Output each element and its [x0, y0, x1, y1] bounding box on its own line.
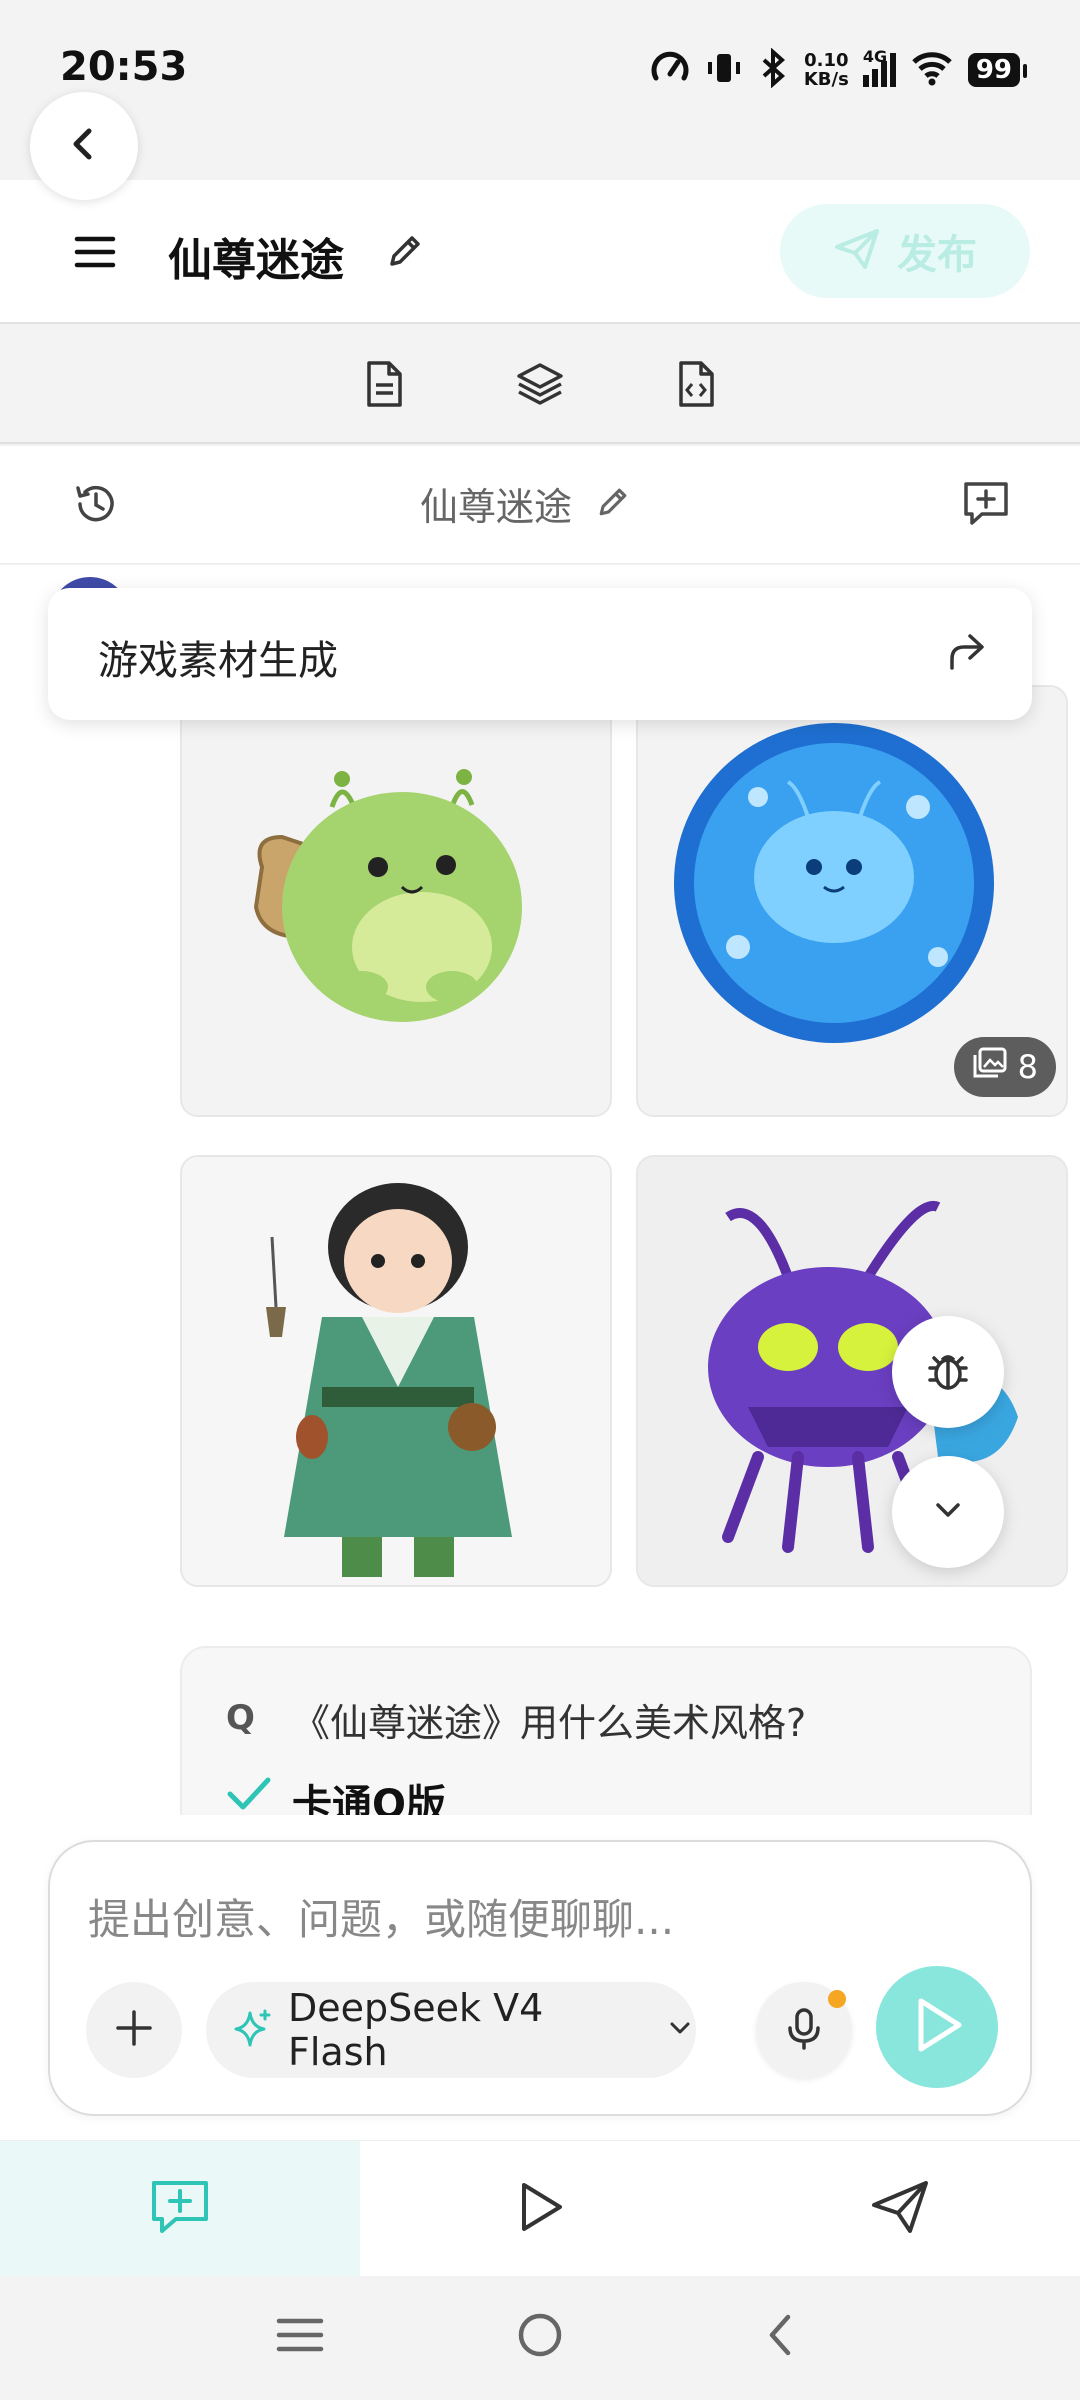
pencil-icon[interactable] — [594, 483, 632, 525]
tab-chat[interactable] — [0, 2141, 360, 2277]
code-file-icon[interactable] — [668, 356, 724, 412]
check-icon — [226, 1774, 272, 1815]
young-cultivator-illustration — [182, 1157, 610, 1585]
bug-icon — [922, 1344, 974, 1400]
chevron-left-icon — [762, 2311, 798, 2363]
plus-icon — [113, 2007, 155, 2053]
pencil-icon[interactable] — [384, 230, 426, 276]
chevron-left-icon — [64, 124, 104, 168]
qa-q-marker: Q — [226, 1698, 255, 1738]
generated-image-2[interactable]: 8 — [636, 685, 1068, 1117]
hamburger-icon[interactable] — [74, 232, 116, 276]
tab-publish[interactable] — [720, 2141, 1080, 2277]
speedometer-icon — [650, 48, 690, 92]
sparkle-icon — [232, 2007, 274, 2053]
send-button[interactable] — [876, 1966, 998, 2088]
status-time: 20:53 — [60, 44, 188, 90]
paper-plane-icon — [833, 227, 881, 275]
battery-indicator: 99 — [967, 53, 1028, 87]
debug-button[interactable] — [892, 1316, 1004, 1428]
vibrate-icon — [704, 48, 744, 92]
tab-preview[interactable] — [360, 2141, 720, 2277]
net-speed: 0.10 KB/s — [803, 50, 849, 90]
status-bar: 20:53 0.10 KB/s 4G 99 — [0, 0, 1080, 140]
wifi-icon — [910, 48, 954, 92]
qa-answer: 卡通Q版 — [292, 1782, 447, 1815]
model-selector[interactable]: DeepSeek V4 Flash — [206, 1982, 696, 2078]
share-arrow-icon[interactable] — [942, 628, 988, 678]
chat-plus-icon — [148, 2177, 212, 2241]
chat-title: 仙尊迷途 — [420, 485, 573, 529]
recents-button[interactable] — [260, 2302, 340, 2372]
paper-plane-icon — [870, 2179, 930, 2239]
scroll-down-button[interactable] — [892, 1456, 1004, 1568]
document-icon[interactable] — [356, 356, 412, 412]
menu-lines-icon — [275, 2315, 325, 2359]
signal-icon: 4G — [862, 47, 896, 87]
chevron-down-icon — [664, 2012, 696, 2048]
app-header: 仙尊迷途 发布 — [0, 180, 1080, 324]
tool-bar — [0, 326, 1080, 444]
skill-label: 游戏素材生成 — [98, 638, 338, 684]
play-send-icon — [909, 1995, 965, 2059]
publish-label: 发布 — [897, 232, 977, 278]
image-count: 8 — [1017, 1048, 1038, 1086]
message-input[interactable]: 提出创意、问题，或随便聊聊... — [88, 1886, 674, 1947]
green-bean-creature-illustration — [182, 687, 610, 1115]
qa-card[interactable]: Q 《仙尊迷途》用什么美术风格? 卡通Q版 — [180, 1646, 1032, 1815]
publish-button[interactable]: 发布 — [780, 204, 1030, 298]
composer: 提出创意、问题，或随便聊聊... DeepSeek V4 Flash — [48, 1840, 1032, 2116]
chat-body: 8 Q 《仙尊迷途》用什么美术风格? 卡通Q版 — [0, 565, 1080, 1815]
notification-dot — [828, 1990, 846, 2008]
skill-pill[interactable]: 游戏素材生成 — [48, 588, 1032, 720]
voice-input-button[interactable] — [756, 1982, 852, 2078]
history-icon[interactable] — [72, 480, 120, 532]
generated-image-1[interactable] — [180, 685, 612, 1117]
qa-question: 《仙尊迷途》用什么美术风格? — [292, 1701, 807, 1745]
system-back-button[interactable] — [740, 2302, 820, 2372]
layers-icon[interactable] — [512, 356, 568, 412]
chat-plus-icon[interactable] — [960, 478, 1012, 532]
images-icon — [972, 1046, 1008, 1088]
play-icon — [514, 2179, 566, 2239]
status-icons: 0.10 KB/s 4G 99 — [650, 47, 1028, 92]
system-nav-bar — [0, 2276, 1080, 2400]
attach-button[interactable] — [86, 1982, 182, 2078]
back-button[interactable] — [30, 92, 138, 200]
circle-icon — [516, 2311, 564, 2363]
generated-image-3[interactable] — [180, 1155, 612, 1587]
bluetooth-icon — [758, 47, 790, 92]
mic-icon — [784, 2006, 824, 2054]
chat-title-group: 仙尊迷途 — [420, 476, 632, 531]
project-title: 仙尊迷途 — [168, 235, 344, 286]
chevron-down-icon — [928, 1490, 968, 1534]
bottom-tab-bar — [0, 2140, 1080, 2277]
chat-header: 仙尊迷途 — [0, 446, 1080, 564]
image-count-badge[interactable]: 8 — [953, 1037, 1056, 1097]
home-button[interactable] — [500, 2302, 580, 2372]
model-label: DeepSeek V4 Flash — [288, 1986, 544, 2074]
